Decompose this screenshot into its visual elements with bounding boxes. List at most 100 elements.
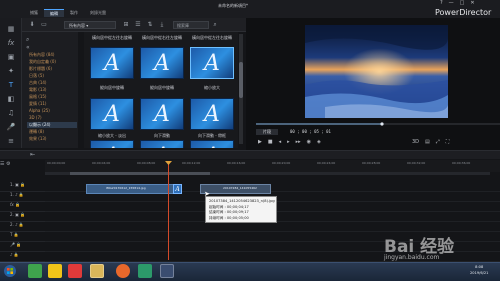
download-templates-icon[interactable]: ⤓ [158, 21, 166, 29]
timecode-display[interactable]: 00 ; 00 ; 05 ; 01 [290, 129, 331, 134]
ruler-label: 00;00;00;00 [47, 161, 66, 165]
template-thumbnail[interactable]: A [190, 98, 234, 130]
track-header-music[interactable]: ♪ 🔒 [0, 252, 45, 262]
template-thumbnail[interactable]: A [140, 47, 184, 79]
fx-room-icon[interactable]: fx [5, 38, 17, 48]
clip-mode-button[interactable]: 片段 [256, 129, 278, 135]
track-header-audio-1[interactable]: 1. ♪ 🔒 [0, 192, 45, 202]
timeline-scroll-thumb[interactable] [70, 172, 210, 175]
track-header-video-2[interactable]: 2. ▣ 🔒 [0, 212, 45, 222]
stop-icon[interactable]: ■ [268, 139, 273, 145]
track-header-video-1[interactable]: 1. ▣ 🔒 [0, 182, 45, 192]
template-thumbnail[interactable]: A [140, 140, 184, 148]
template-thumbnail[interactable]: A [90, 47, 134, 79]
timeline-back-icon[interactable]: ⇤ [30, 151, 35, 158]
track-lane[interactable] [45, 222, 500, 232]
search-icon[interactable]: ⌕ [26, 36, 34, 44]
template-label: 橫向居中從左往右旋轉 [192, 35, 232, 40]
help-button[interactable]: ? [440, 0, 443, 6]
voice-over-icon[interactable]: 🎤 [5, 122, 17, 132]
display-settings-icon[interactable]: ▤ [425, 139, 430, 145]
maximize-button[interactable]: □ [460, 0, 465, 6]
list-view-icon[interactable]: ☰ [134, 21, 142, 29]
ruler-label: 00;00;04;00 [92, 161, 111, 165]
menu-burn-disc[interactable]: 刻錄光盤 [84, 9, 112, 17]
category-item[interactable]: 古典 (14) [29, 80, 46, 86]
taskbar-app-icon[interactable] [28, 264, 42, 278]
play-icon[interactable]: ▶ [258, 139, 262, 145]
template-grid: 橫向居中從左往右旋轉 橫向居中從右往左旋轉 橫向居中從左往右旋轉 A A A 縱… [84, 32, 238, 148]
track-header-title[interactable]: T 🔒 [0, 232, 45, 242]
track-header-voice[interactable]: 🎤 🔒 [0, 242, 45, 252]
sort-icon[interactable]: ⇅ [146, 21, 154, 29]
firefox-icon[interactable] [116, 264, 130, 278]
import-icon[interactable]: ⬇ [28, 21, 36, 29]
folder-icon[interactable]: ▭ [40, 21, 48, 29]
category-item[interactable]: 風格 (15) [29, 94, 46, 100]
menu-produce[interactable]: 製作 [64, 9, 84, 17]
tooltip-duration: 持续时间 : 00;00;05;00 [209, 215, 249, 220]
particle-room-icon[interactable]: ✦ [5, 66, 17, 76]
taskbar-app-icon[interactable] [48, 264, 62, 278]
timeline-settings-icon[interactable]: ☰ ⚙ [0, 161, 11, 167]
template-thumbnail[interactable]: A [90, 98, 134, 130]
previous-frame-icon[interactable]: ◂ [279, 139, 282, 145]
category-item[interactable]: 所有內容 (84) [29, 52, 54, 58]
collapse-icon[interactable]: « [26, 44, 34, 52]
3d-mode-icon[interactable]: 3D [412, 139, 419, 145]
template-thumbnail[interactable]: A [140, 98, 184, 130]
category-item[interactable]: 日落 (5) [29, 73, 44, 79]
next-frame-icon[interactable]: ▸ [287, 139, 290, 145]
category-item[interactable]: 效果 (13) [29, 136, 46, 142]
category-item[interactable]: 3D (7) [29, 115, 42, 120]
title-clip-icon[interactable]: A [173, 184, 182, 194]
fullscreen-icon[interactable]: ⛶ [446, 139, 450, 145]
start-button-icon[interactable] [4, 265, 16, 277]
title-a-icon: A [104, 102, 120, 127]
track-header-audio-2[interactable]: 2. ♪ 🔒 [0, 222, 45, 232]
audio-mixing-icon[interactable]: ♫ [5, 108, 17, 118]
category-item[interactable]: 影片標題 (6) [29, 66, 52, 72]
taskbar-app-icon[interactable] [138, 264, 152, 278]
clip-filename: 20107284_141055462 [223, 186, 257, 190]
system-clock[interactable]: 8:08 2019/6/21 [470, 264, 488, 276]
media-room-icon[interactable]: ▦ [5, 24, 17, 34]
title-a-icon: A [191, 141, 233, 148]
library-filter-value: 所有內容 [69, 23, 85, 28]
pip-room-icon[interactable]: ▣ [5, 52, 17, 62]
transition-room-icon[interactable]: ◧ [5, 94, 17, 104]
chapter-room-icon[interactable]: ≡ [5, 136, 17, 146]
grid-view-icon[interactable]: ⊞ [122, 21, 130, 29]
powerdirector-taskbar-icon[interactable] [160, 264, 174, 278]
snapshot-icon[interactable]: ◉ [307, 139, 311, 145]
template-thumbnail[interactable]: A [90, 140, 134, 148]
library-filter-select[interactable]: 所有內容 ▾ [64, 21, 116, 29]
template-thumbnail[interactable]: A [190, 140, 234, 148]
category-item-selected[interactable]: 以顯示 (24) [27, 122, 77, 128]
category-item[interactable]: Alpha (25) [29, 108, 50, 113]
search-icon[interactable]: ⌕ [211, 21, 219, 29]
preview-scrubber[interactable] [256, 122, 500, 126]
qq-icon[interactable] [68, 264, 82, 278]
template-scroll-thumb[interactable] [239, 62, 243, 98]
title-room-icon[interactable]: T [5, 80, 17, 90]
library-search-input[interactable]: 搜索庫 [173, 21, 209, 29]
file-explorer-icon[interactable] [90, 264, 104, 278]
volume-icon[interactable]: ◈ [317, 139, 321, 145]
category-item[interactable]: 電影 (13) [29, 87, 46, 93]
undock-icon[interactable]: ⤢ [436, 139, 440, 145]
category-item[interactable]: 我的自定義 (0) [29, 59, 56, 65]
fast-forward-icon[interactable]: ▸▸ [296, 139, 301, 145]
category-item[interactable]: 愛情 (11) [29, 101, 46, 107]
playhead-line[interactable] [168, 163, 169, 260]
ruler-label: 00;00;28;00 [362, 161, 381, 165]
menu-edit[interactable]: 編輯 [44, 9, 64, 17]
category-item[interactable]: 運轉 (8) [29, 129, 44, 135]
minimize-button[interactable]: — [449, 0, 454, 6]
template-label: 橫向居中從右往左旋轉 [142, 35, 182, 40]
menu-capture[interactable]: 捕獲 [24, 9, 44, 17]
template-thumbnail-selected[interactable]: A [190, 47, 234, 79]
track-header-fx[interactable]: fx 🔒 [0, 202, 45, 212]
mouse-cursor-icon: ➤ [204, 190, 210, 198]
close-button[interactable]: ✕ [470, 0, 474, 6]
